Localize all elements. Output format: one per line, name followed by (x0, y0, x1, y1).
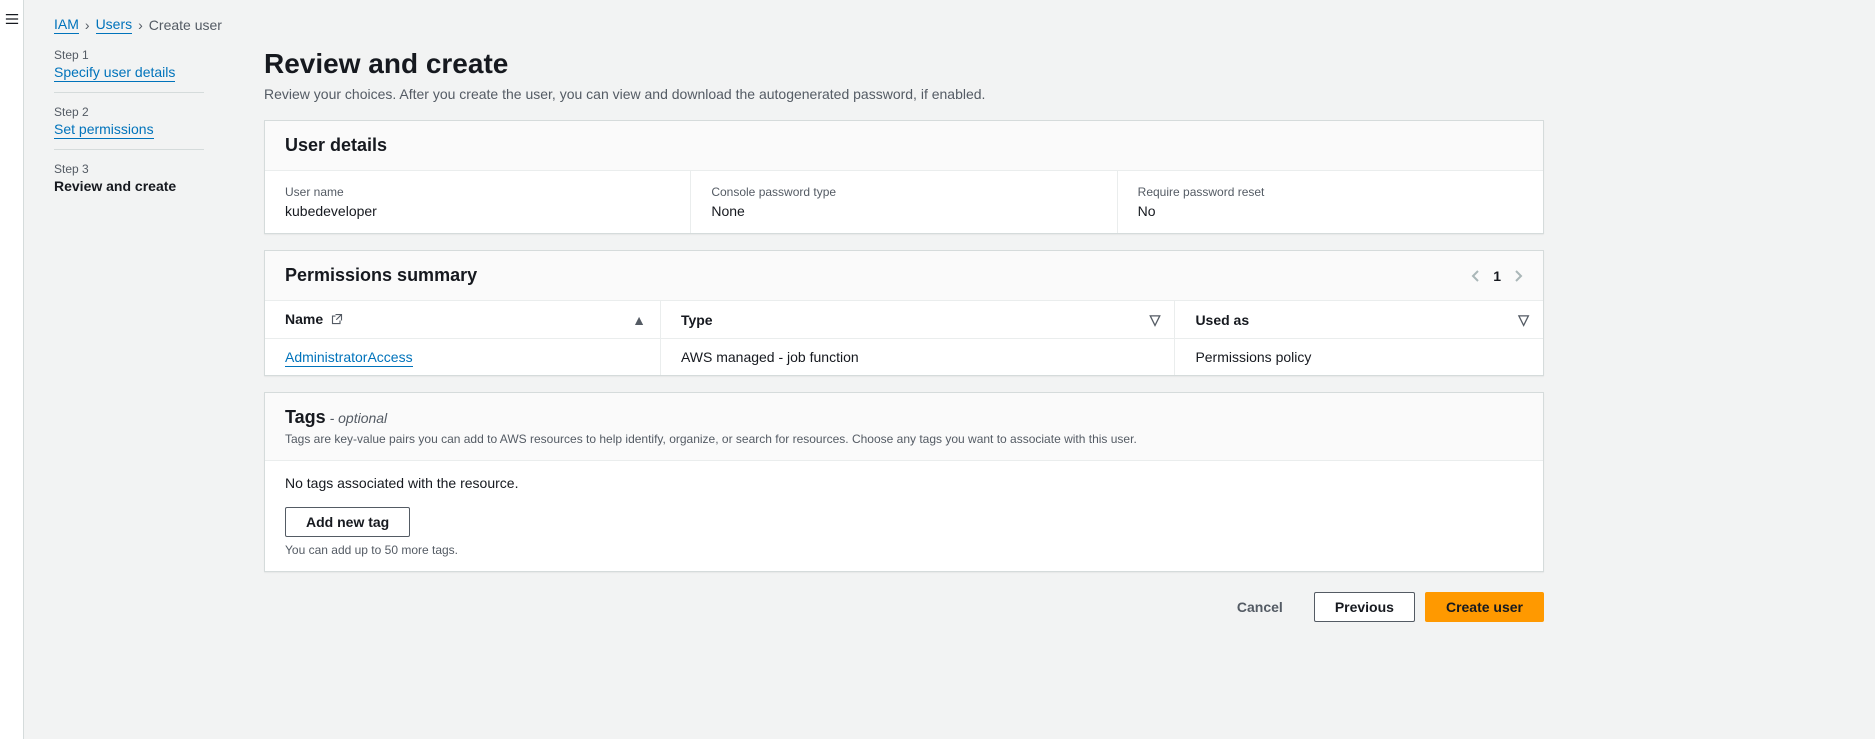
table-row: AdministratorAccess AWS managed - job fu… (265, 339, 1543, 376)
col-name-header[interactable]: Name ▲ (265, 301, 660, 339)
cancel-button[interactable]: Cancel (1216, 592, 1304, 622)
policy-name-link[interactable]: AdministratorAccess (285, 349, 413, 367)
page-subtitle: Review your choices. After you create th… (264, 86, 1544, 102)
step-1-link[interactable]: Specify user details (54, 64, 175, 82)
pwdtype-value: None (711, 203, 1096, 219)
reset-value: No (1138, 203, 1523, 219)
tags-optional: - optional (326, 410, 387, 426)
col-name-label: Name (285, 311, 323, 327)
permissions-panel: Permissions summary 1 (264, 250, 1544, 376)
page-prev-icon[interactable] (1471, 269, 1481, 283)
col-type-header[interactable]: Type ▽ (660, 301, 1174, 339)
col-used-header[interactable]: Used as ▽ (1175, 301, 1543, 339)
chevron-right-icon: › (138, 17, 143, 33)
menu-toggle-icon[interactable] (5, 12, 19, 739)
wizard-steps: Step 1 Specify user details Step 2 Set p… (54, 48, 204, 622)
previous-button[interactable]: Previous (1314, 592, 1415, 622)
policy-type: AWS managed - job function (660, 339, 1174, 376)
policy-used-as: Permissions policy (1175, 339, 1543, 376)
tag-hint: You can add up to 50 more tags. (285, 543, 1523, 557)
chevron-right-icon: › (85, 17, 90, 33)
page-current: 1 (1493, 268, 1501, 284)
breadcrumb: IAM › Users › Create user (54, 16, 1845, 34)
step-2-num: Step 2 (54, 105, 204, 119)
tags-heading: Tags (285, 407, 326, 427)
sort-icon: ▽ (1518, 311, 1529, 328)
username-value: kubedeveloper (285, 203, 670, 219)
pwdtype-label: Console password type (711, 185, 1096, 199)
breadcrumb-iam[interactable]: IAM (54, 16, 79, 34)
username-label: User name (285, 185, 670, 199)
step-3-current: Review and create (54, 178, 204, 194)
step-1-num: Step 1 (54, 48, 204, 62)
col-used-label: Used as (1195, 312, 1249, 328)
reset-label: Require password reset (1138, 185, 1523, 199)
breadcrumb-users[interactable]: Users (96, 16, 133, 34)
add-new-tag-button[interactable]: Add new tag (285, 507, 410, 537)
wizard-actions: Cancel Previous Create user (264, 592, 1544, 622)
page-title: Review and create (264, 48, 1544, 80)
page-next-icon[interactable] (1513, 269, 1523, 283)
no-tags-text: No tags associated with the resource. (285, 475, 1523, 491)
breadcrumb-current: Create user (149, 17, 222, 33)
tags-desc: Tags are key-value pairs you can add to … (285, 432, 1523, 446)
permissions-heading: Permissions summary (285, 265, 477, 286)
pagination: 1 (1471, 268, 1523, 284)
col-type-label: Type (681, 312, 713, 328)
step-3-num: Step 3 (54, 162, 204, 176)
user-details-heading: User details (285, 135, 387, 156)
sort-asc-icon: ▲ (632, 312, 646, 328)
user-details-panel: User details User name kubedeveloper Con… (264, 120, 1544, 234)
tags-panel: Tags - optional Tags are key-value pairs… (264, 392, 1544, 572)
external-link-icon (331, 312, 343, 328)
step-2-link[interactable]: Set permissions (54, 121, 154, 139)
sort-icon: ▽ (1150, 311, 1161, 328)
create-user-button[interactable]: Create user (1425, 592, 1544, 622)
